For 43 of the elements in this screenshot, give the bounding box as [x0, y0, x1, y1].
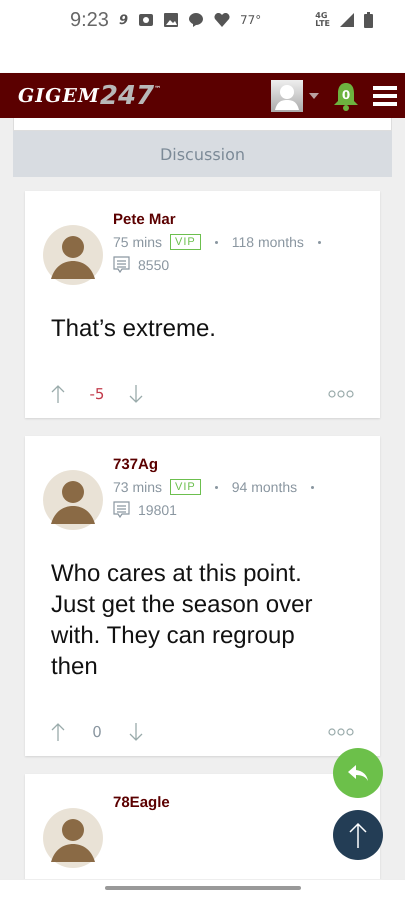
post-age: 75 mins — [113, 234, 162, 250]
more-options-icon[interactable] — [328, 390, 354, 398]
network-type: 4G LTE — [315, 12, 330, 28]
post-count: 19801 — [138, 502, 177, 518]
downvote-arrow-icon[interactable] — [129, 384, 143, 404]
vip-label: VIP — [170, 234, 201, 250]
section-title: Discussion — [13, 131, 392, 178]
downvote-arrow-icon[interactable] — [129, 722, 143, 742]
battery-icon — [364, 12, 373, 28]
signal-icon — [340, 13, 354, 28]
reply-icon — [347, 764, 369, 782]
comment-text: That’s extreme. — [51, 314, 217, 344]
vote-score: 0 — [91, 723, 103, 742]
heart-icon — [214, 13, 230, 28]
comment-text: Who cares at this point. Just get the season over with. They can regroup then — [51, 559, 314, 682]
avatar — [43, 470, 103, 530]
gesture-handle[interactable] — [104, 886, 300, 890]
member-tenure: 94 months — [232, 479, 298, 496]
account-avatar[interactable] — [271, 80, 303, 112]
image-icon — [164, 13, 178, 28]
avatar — [43, 225, 103, 286]
camera-icon — [138, 13, 154, 28]
message-icon — [113, 501, 130, 520]
author-name[interactable]: 78Eagle — [113, 794, 170, 812]
more-options-icon[interactable] — [328, 728, 354, 736]
post-count: 8550 — [138, 257, 170, 274]
post-age: 73 mins — [113, 479, 162, 496]
upvote-arrow-icon[interactable] — [51, 384, 65, 404]
chat-icon — [188, 12, 204, 28]
upvote-arrow-icon[interactable] — [51, 722, 65, 742]
app-notification-glyph: 9 — [118, 12, 128, 28]
clock: 9:23 — [70, 8, 109, 32]
author-name[interactable]: 737Ag — [113, 456, 320, 474]
member-tenure: 118 months — [232, 234, 304, 250]
menu-icon[interactable] — [373, 86, 397, 106]
vote-score: -5 — [88, 385, 106, 404]
message-icon — [113, 256, 130, 274]
avatar — [43, 808, 103, 868]
author-name[interactable]: Pete Mar — [113, 211, 327, 228]
arrow-up-icon — [348, 821, 368, 849]
temperature: 77° — [240, 13, 262, 28]
vip-label: VIP — [170, 479, 201, 496]
caret-icon[interactable] — [309, 92, 319, 99]
